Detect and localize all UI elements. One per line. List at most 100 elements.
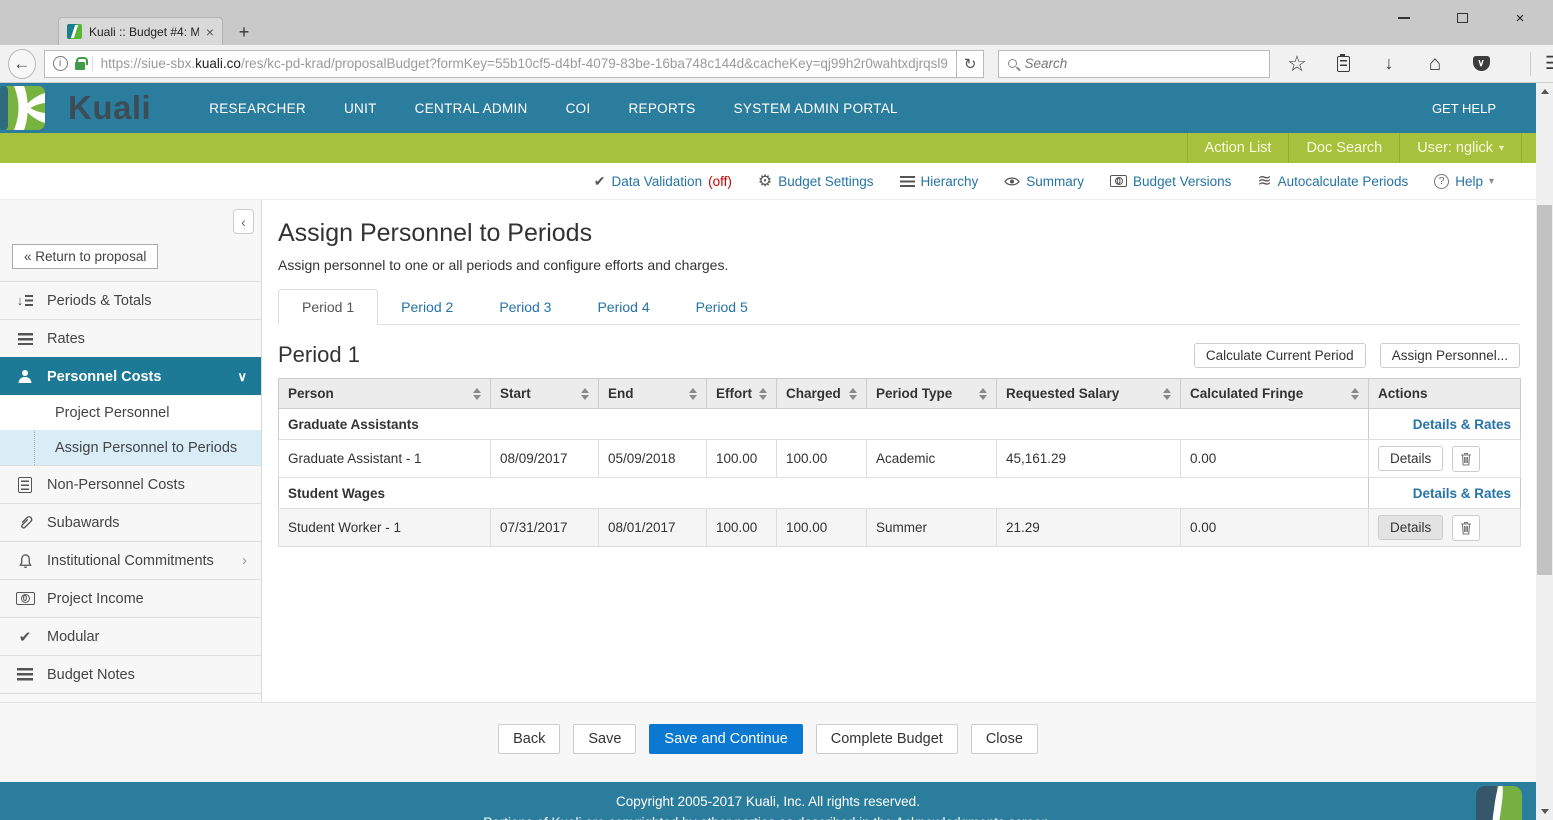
col-calculated-fringe[interactable]: Calculated Fringe [1181, 379, 1369, 409]
col-period-type[interactable]: Period Type [867, 379, 997, 409]
bars-icon [15, 333, 35, 345]
page-scrollbar[interactable] [1536, 83, 1553, 820]
browser-search-input[interactable] [1024, 56, 1254, 71]
period-section-header: Period 1 Calculate Current Period Assign… [278, 342, 1520, 368]
sidebar-item-non-personnel-costs[interactable]: Non-Personnel Costs [0, 465, 261, 503]
sidebar-item-project-income[interactable]: 0 Project Income [0, 579, 261, 617]
nav-coi[interactable]: COI [566, 101, 591, 116]
close-button[interactable]: Close [971, 724, 1038, 754]
tab-period-3[interactable]: Period 3 [476, 290, 574, 324]
nav-central-admin[interactable]: CENTRAL ADMIN [415, 101, 528, 116]
window-maximize-button[interactable] [1447, 6, 1477, 30]
col-start[interactable]: Start [491, 379, 599, 409]
doc-search-link[interactable]: Doc Search [1288, 133, 1399, 163]
nav-reports[interactable]: REPORTS [629, 101, 696, 116]
details-rates-link[interactable]: Details & Rates [1413, 417, 1511, 432]
kuali-logo[interactable] [0, 83, 46, 133]
tab-period-1[interactable]: Period 1 [278, 289, 378, 325]
action-list-link[interactable]: Action List [1187, 133, 1289, 163]
return-to-proposal-button[interactable]: « Return to proposal [12, 244, 158, 269]
menu-hamburger-icon[interactable]: ☰ [1530, 52, 1553, 76]
home-icon[interactable]: ⌂ [1424, 53, 1446, 75]
section-title: Period 1 [278, 342, 360, 368]
window-minimize-button[interactable] [1389, 6, 1419, 30]
browser-tab[interactable]: Kuali :: Budget #4: My Budg × [58, 17, 223, 45]
sidebar-collapse-button[interactable]: ‹ [233, 209, 254, 234]
sidebar-menu: ↓ Periods & Totals Rates Personnel Costs… [0, 281, 261, 702]
trash-icon [1460, 452, 1472, 466]
sidebar-item-subawards[interactable]: Subawards [0, 503, 261, 541]
app-nav: RESEARCHER UNIT CENTRAL ADMIN COI REPORT… [209, 101, 898, 116]
scrollbar-thumb[interactable] [1537, 205, 1552, 575]
downloads-icon[interactable]: ↓ [1378, 53, 1400, 75]
details-rates-link[interactable]: Details & Rates [1413, 486, 1511, 501]
kuali-favicon-icon [67, 24, 82, 39]
col-requested-salary[interactable]: Requested Salary [997, 379, 1181, 409]
sidebar-item-personnel-costs[interactable]: Personnel Costs ∨ [0, 357, 261, 395]
col-end[interactable]: End [599, 379, 707, 409]
bookmark-star-icon[interactable]: ☆ [1286, 53, 1308, 75]
sidebar-item-periods-totals[interactable]: ↓ Periods & Totals [0, 281, 261, 319]
tab-period-5[interactable]: Period 5 [673, 290, 771, 324]
details-button[interactable]: Details [1378, 446, 1443, 471]
delete-row-button[interactable] [1452, 515, 1480, 541]
col-charged[interactable]: Charged [777, 379, 867, 409]
delete-row-button[interactable] [1452, 446, 1480, 472]
tab-period-2[interactable]: Period 2 [378, 290, 476, 324]
hierarchy-link[interactable]: Hierarchy [900, 174, 979, 189]
nav-researcher[interactable]: RESEARCHER [209, 101, 306, 116]
https-lock-icon[interactable] [75, 62, 85, 70]
nav-unit[interactable]: UNIT [344, 101, 377, 116]
new-tab-button[interactable]: + [232, 22, 256, 43]
pocket-icon[interactable]: ∨ [1470, 53, 1492, 75]
sidebar-item-project-personnel[interactable]: Project Personnel [0, 395, 261, 430]
nav-system-admin-portal[interactable]: SYSTEM ADMIN PORTAL [734, 101, 898, 116]
back-button[interactable]: Back [498, 724, 560, 754]
budget-settings-link[interactable]: ⚙ Budget Settings [758, 171, 874, 191]
sidebar-item-budget-notes[interactable]: Budget Notes [0, 655, 261, 693]
help-question-icon: ? [1434, 174, 1449, 189]
chevron-down-icon: ∨ [237, 369, 247, 385]
window-close-button[interactable]: × [1505, 6, 1535, 30]
complete-budget-button[interactable]: Complete Budget [816, 724, 958, 754]
browser-search-box[interactable] [998, 50, 1270, 78]
get-help-link[interactable]: GET HELP [1432, 101, 1496, 116]
col-person[interactable]: Person [279, 379, 491, 409]
sidebar-item-institutional-commitments[interactable]: Institutional Commitments › [0, 541, 261, 579]
notes-list-icon [15, 668, 35, 681]
page-info-icon[interactable]: i [53, 56, 68, 71]
details-button[interactable]: Details [1378, 515, 1443, 540]
cell-requested-salary: 21.29 [997, 509, 1181, 547]
tab-period-4[interactable]: Period 4 [574, 290, 672, 324]
reload-button[interactable]: ↻ [957, 50, 985, 78]
url-bar[interactable]: i https://siue-sbx.kuali.co/res/kc-pd-kr… [44, 50, 957, 78]
budget-versions-link[interactable]: 0 Budget Versions [1110, 174, 1231, 189]
col-effort[interactable]: Effort [707, 379, 777, 409]
sidebar-item-budget-summary[interactable]: Budget Summary [0, 693, 261, 702]
save-and-continue-button[interactable]: Save and Continue [649, 724, 802, 754]
cell-end: 05/09/2018 [599, 440, 707, 478]
reading-list-icon[interactable] [1332, 53, 1354, 75]
sidebar-item-assign-personnel-to-periods[interactable]: Assign Personnel to Periods [0, 430, 261, 465]
browser-back-button[interactable]: ← [8, 49, 36, 79]
person-icon [15, 369, 35, 384]
cell-start: 07/31/2017 [491, 509, 599, 547]
save-button[interactable]: Save [573, 724, 636, 754]
summary-link[interactable]: Summary [1004, 174, 1084, 189]
tab-close-icon[interactable]: × [206, 24, 214, 40]
calculate-current-period-button[interactable]: Calculate Current Period [1194, 343, 1366, 368]
group-row-graduate-assistants: Graduate Assistants Details & Rates [279, 409, 1521, 440]
sidebar-item-rates[interactable]: Rates [0, 319, 261, 357]
data-validation-link[interactable]: ✔ Data Validation (off) [594, 173, 732, 190]
sort-icon [1351, 388, 1359, 400]
sort-icon [979, 388, 987, 400]
user-menu[interactable]: User: nglick▾ [1399, 133, 1521, 163]
sidebar-item-modular[interactable]: ✔ Modular [0, 617, 261, 655]
help-menu[interactable]: ? Help ▾ [1434, 174, 1494, 189]
scroll-up-button[interactable] [1536, 83, 1553, 99]
caret-down-icon: ▾ [1489, 176, 1494, 187]
scroll-down-button[interactable] [1536, 804, 1553, 820]
assign-personnel-button[interactable]: Assign Personnel... [1380, 343, 1520, 368]
autocalculate-periods-link[interactable]: ≋ Autocalculate Periods [1257, 171, 1408, 191]
table-row: Graduate Assistant - 1 08/09/2017 05/09/… [279, 440, 1521, 478]
